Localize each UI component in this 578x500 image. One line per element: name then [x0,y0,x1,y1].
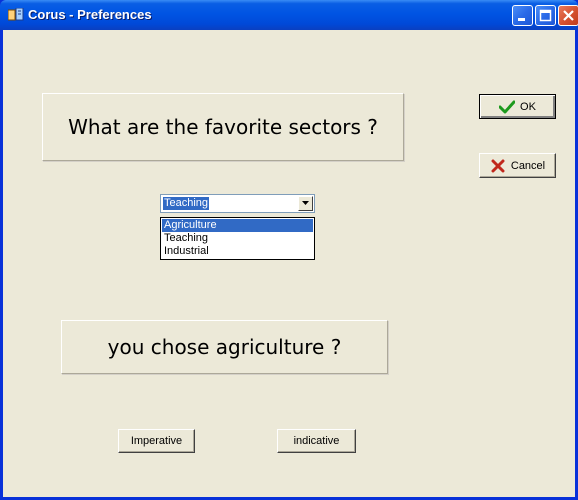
dropdown-option-teaching[interactable]: Teaching [162,232,313,245]
question-panel: What are the favorite sectors ? [42,93,404,161]
app-icon [8,8,24,21]
answer-text: you chose agriculture ? [107,335,342,359]
sector-combobox-value: Teaching [163,197,210,210]
dialog-client-area: What are the favorite sectors ? OK Cance… [3,30,575,497]
title-bar[interactable]: Corus - Preferences [0,0,578,30]
dropdown-option-agriculture[interactable]: Agriculture [162,219,313,232]
maximize-button[interactable] [535,5,556,26]
close-button[interactable] [558,5,578,26]
dropdown-option-industrial[interactable]: Industrial [162,245,313,258]
ok-button[interactable]: OK [479,94,556,119]
preferences-window: Corus - Preferences What are the favorit… [0,0,578,500]
chevron-down-icon [302,201,309,205]
ok-label: OK [520,100,536,113]
maximize-icon [539,9,552,22]
x-icon [491,159,505,172]
combobox-dropdown-button[interactable] [298,196,313,211]
close-icon [563,10,574,21]
answer-panel: you chose agriculture ? [61,320,388,374]
cancel-label: Cancel [510,159,546,172]
cancel-button[interactable]: Cancel [479,153,556,178]
minimize-button[interactable] [512,5,533,26]
question-text: What are the favorite sectors ? [68,115,378,139]
minimize-icon [518,18,525,21]
sector-combobox[interactable]: Teaching [160,194,315,213]
imperative-label: Imperative [130,435,183,447]
imperative-button[interactable]: Imperative [118,429,195,453]
indicative-label: indicative [293,435,340,447]
checkmark-icon [499,100,516,113]
sector-dropdown-list: Agriculture Teaching Industrial [160,217,315,260]
indicative-button[interactable]: indicative [277,429,356,453]
window-title: Corus - Preferences [28,7,152,22]
